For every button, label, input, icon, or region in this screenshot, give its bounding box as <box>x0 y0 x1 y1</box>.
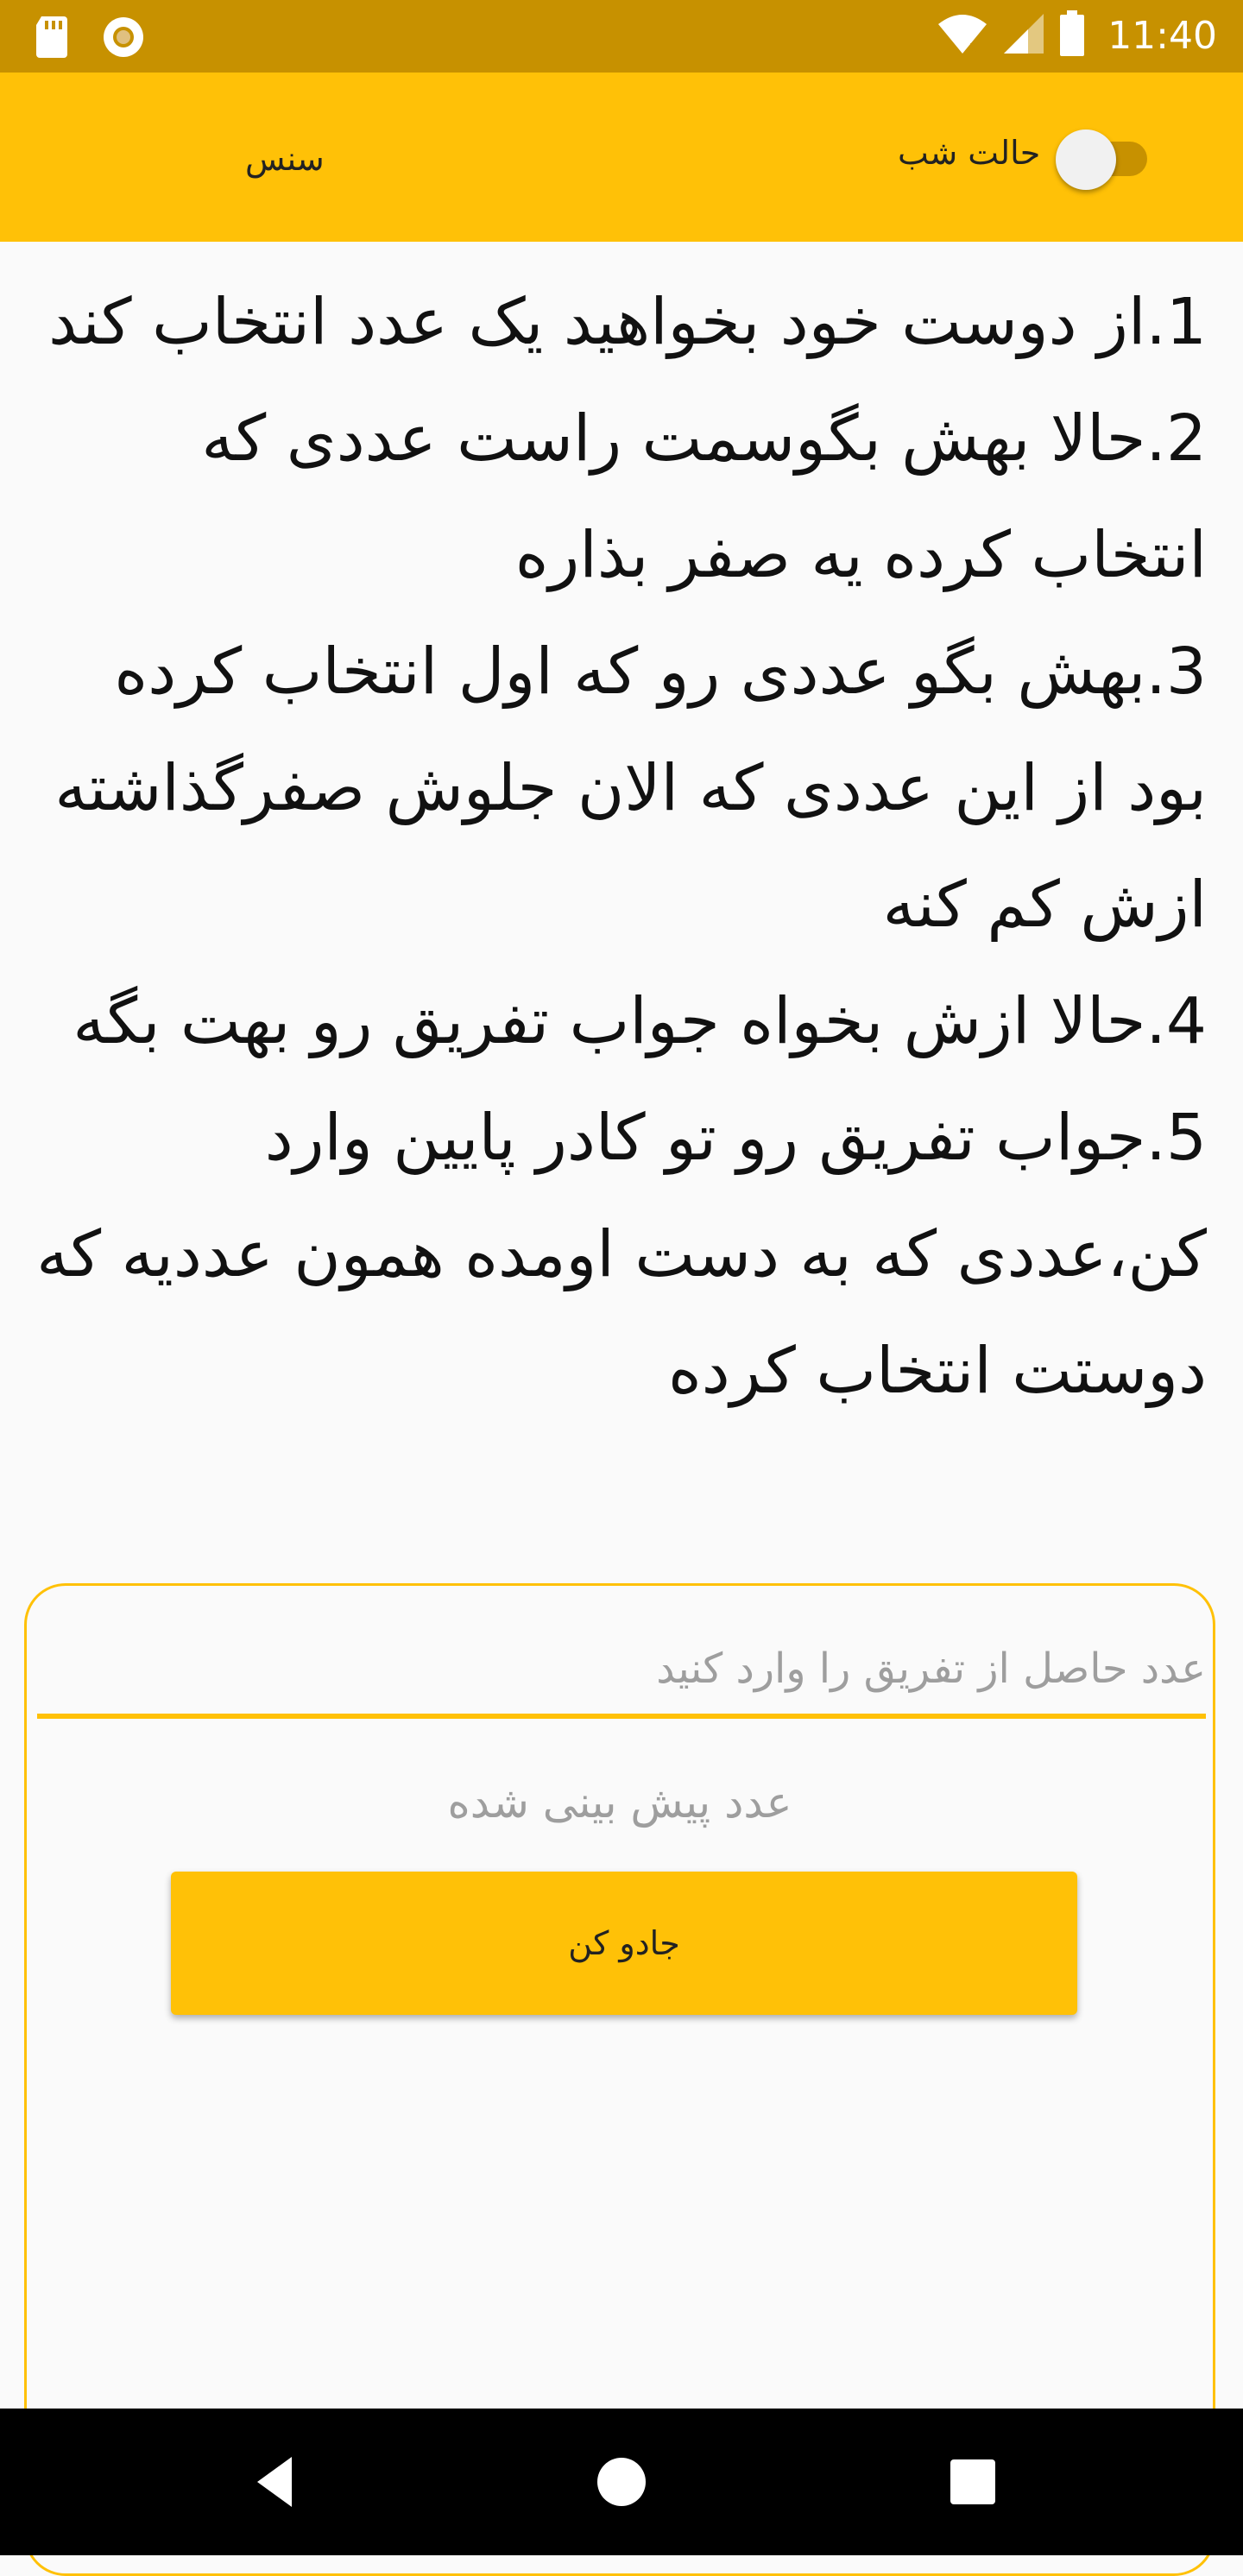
magic-button[interactable]: جادو کن <box>171 1872 1077 2015</box>
night-mode-switch[interactable] <box>1049 123 1151 190</box>
instruction-step: 5.جواب تفریق رو تو کادر پایین وارد کن،عد… <box>36 1101 1207 1408</box>
recents-icon[interactable] <box>947 2453 999 2510</box>
back-icon[interactable] <box>249 2453 300 2510</box>
signal-icon <box>1002 12 1045 59</box>
instructions: 1.از دوست خود بخواهید یک عدد انتخاب کند … <box>26 264 1207 1430</box>
battery-icon <box>1059 10 1085 60</box>
instruction-step: 3.بهش بگو عددی رو که اول انتخاب کرده بود… <box>54 635 1207 942</box>
instruction-step: 2.حالا بهش بگوسمت راست عددی که انتخاب کر… <box>201 401 1207 592</box>
app-title: سنس <box>245 140 325 178</box>
circle-notification-icon <box>102 16 145 59</box>
app-bar: سنس حالت شب <box>0 73 1243 242</box>
instruction-step: 4.حالا ازش بخواه جواب تفریق رو بهت بگه <box>73 984 1207 1058</box>
night-mode-toggle[interactable]: حالت شب <box>898 123 1151 190</box>
night-mode-label: حالت شب <box>898 134 1041 172</box>
status-clock: 11:40 <box>1107 13 1217 58</box>
switch-thumb <box>1056 129 1117 190</box>
sd-card-icon <box>35 16 69 58</box>
svg-text:x: x <box>969 38 979 55</box>
wifi-icon: x <box>937 12 988 59</box>
home-icon[interactable] <box>596 2453 647 2510</box>
difference-input[interactable] <box>37 1632 1206 1719</box>
predicted-number: عدد پیش بینی شده <box>447 1777 792 1828</box>
status-bar: x 11:40 <box>0 0 1243 73</box>
instruction-step: 1.از دوست خود بخواهید یک عدد انتخاب کند <box>48 285 1207 359</box>
navigation-bar <box>0 2409 1243 2555</box>
